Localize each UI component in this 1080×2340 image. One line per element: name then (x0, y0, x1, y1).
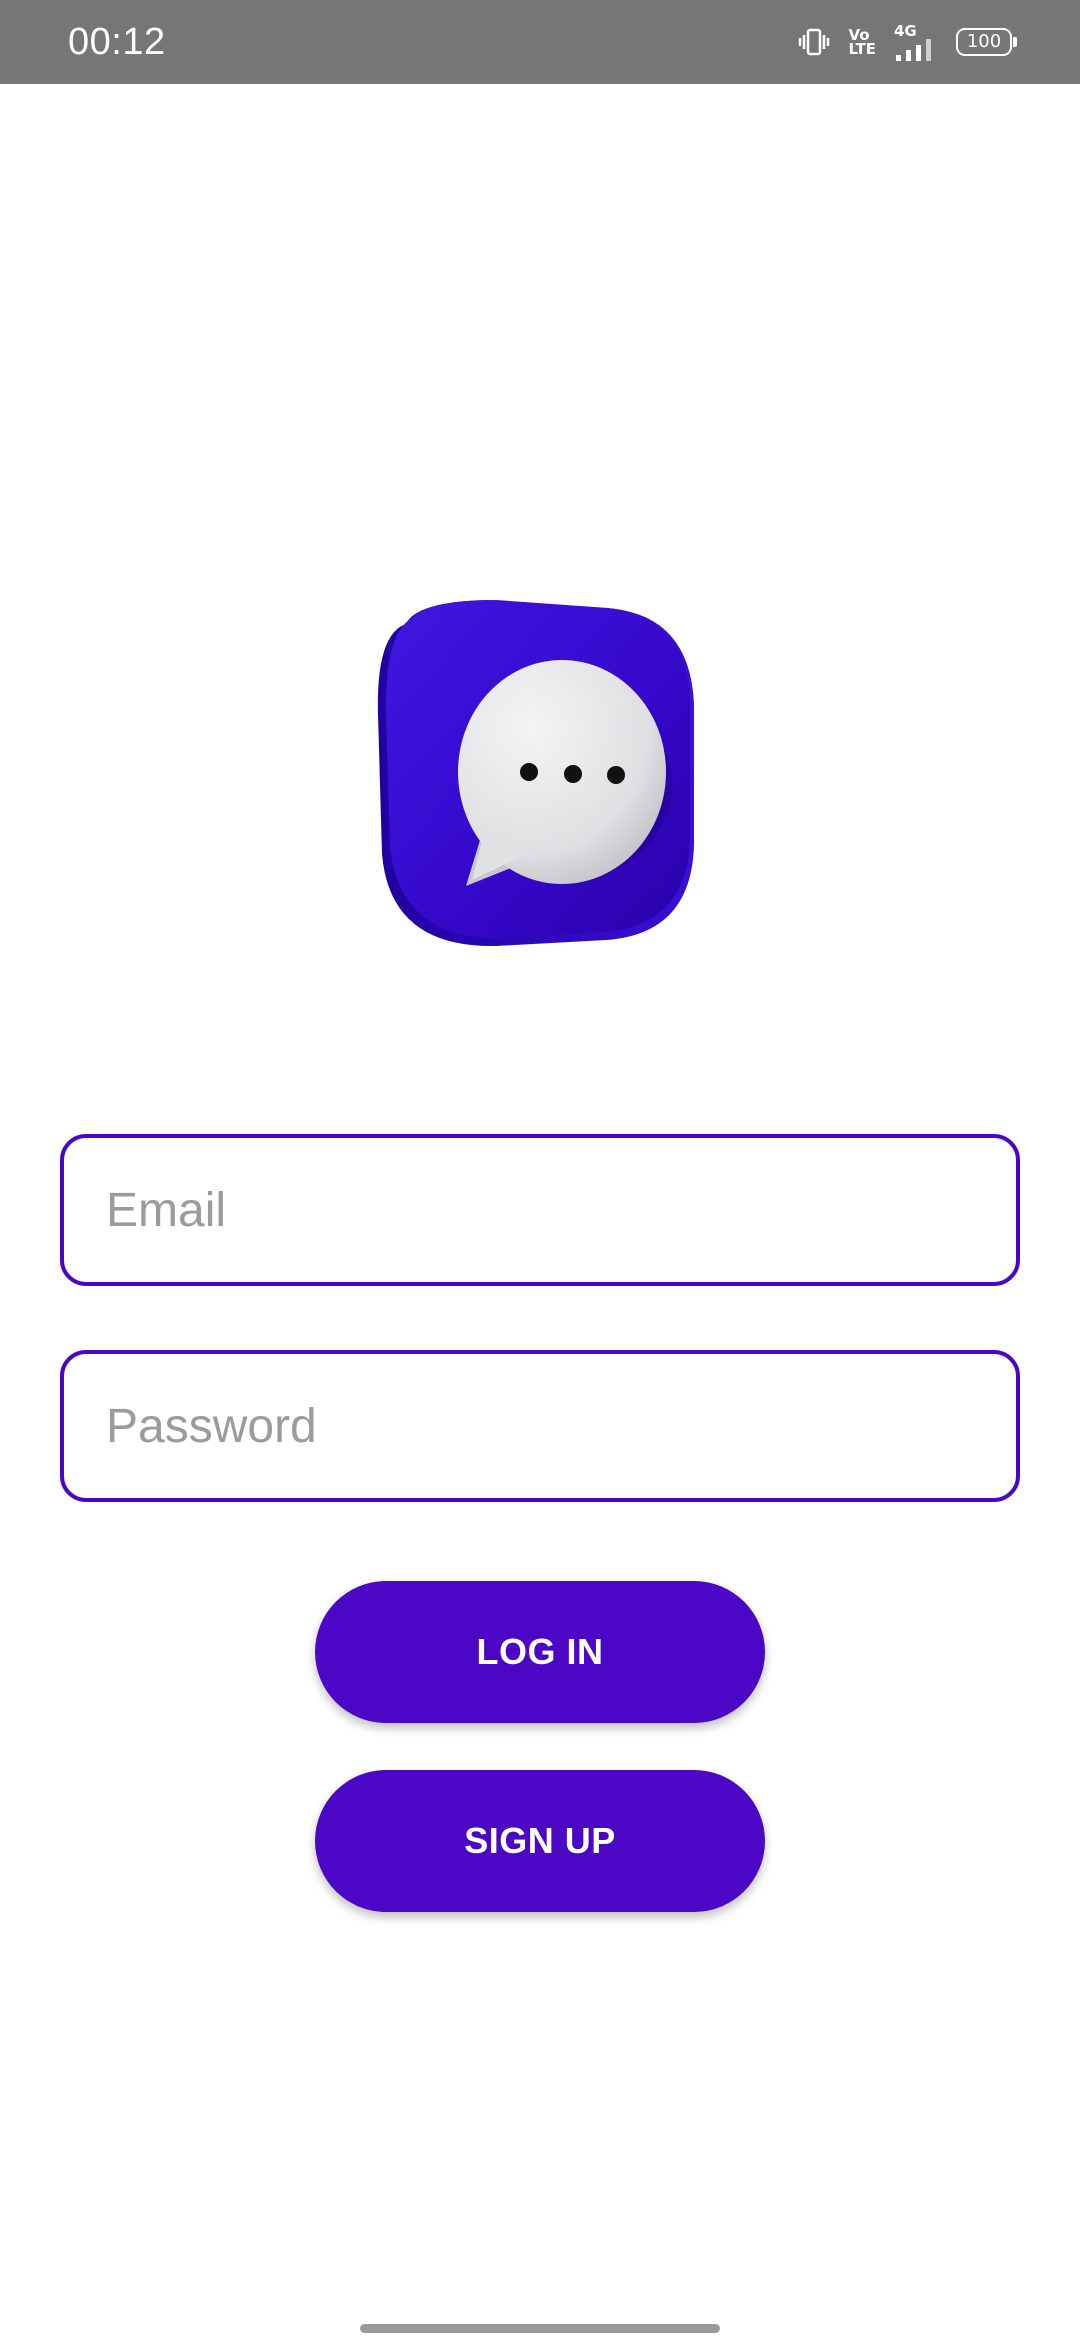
network-type: 4G (894, 22, 917, 40)
login-button-label: LOG IN (476, 1631, 604, 1672)
email-input[interactable] (106, 1182, 1016, 1238)
vibrate-icon (798, 26, 830, 58)
password-field[interactable] (60, 1350, 1020, 1502)
status-bar: 00:12 Vo LTE 4G 100 (0, 0, 1080, 84)
app-logo (376, 594, 700, 950)
chat-bubble-icon (377, 600, 694, 947)
home-indicator[interactable] (360, 2324, 720, 2333)
password-input[interactable] (106, 1398, 1016, 1454)
volte-icon: Vo LTE (848, 28, 876, 58)
signup-button[interactable]: SIGN UP (315, 1770, 765, 1912)
volte-bottom: LTE (848, 40, 876, 58)
status-time: 00:12 (68, 21, 166, 63)
signup-button-label: SIGN UP (464, 1820, 616, 1861)
signal-icon: 4G (894, 23, 938, 61)
battery-icon: 100 (956, 28, 1017, 56)
battery-level: 100 (966, 31, 1002, 52)
status-icons: Vo LTE 4G 100 (798, 22, 1017, 62)
login-button[interactable]: LOG IN (315, 1581, 765, 1723)
email-field[interactable] (60, 1134, 1020, 1286)
